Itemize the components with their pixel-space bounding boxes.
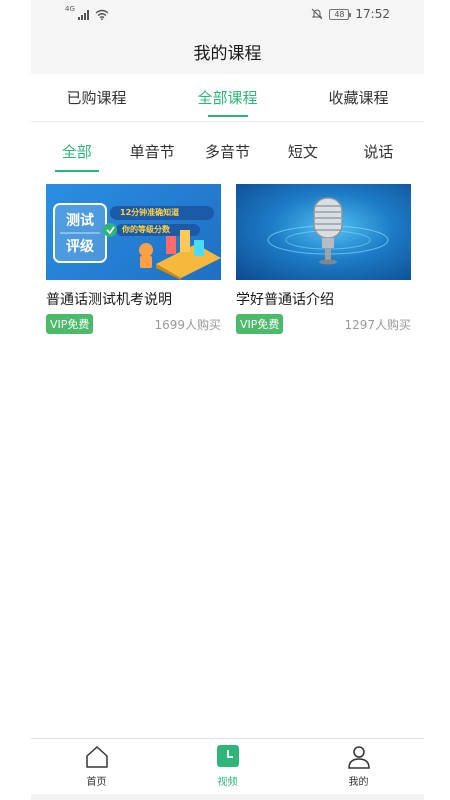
category-tabs: 全部 单音节 多音节 短文 说话 bbox=[31, 128, 424, 174]
tab-label: 收藏课程 bbox=[328, 89, 389, 107]
subtab-multi-syllable[interactable]: 多音节 bbox=[190, 128, 265, 174]
thumbnail-line-1: 测试 bbox=[66, 213, 94, 229]
buyer-count: 1699人购买 bbox=[154, 317, 221, 332]
video-icon bbox=[216, 745, 239, 767]
nav-home[interactable]: 首页 bbox=[31, 739, 162, 794]
subtab-label: 单音节 bbox=[129, 142, 175, 161]
thumbnail-caption-2: 你的等级分数 bbox=[122, 225, 170, 234]
vip-free-badge: VIP免费 bbox=[236, 314, 284, 334]
network-type: 4G bbox=[65, 5, 75, 13]
tab-purchased-courses[interactable]: 已购课程 bbox=[31, 74, 162, 121]
course-grid: 测试 评级 12分钟准确知道 你的等级分数 普通话测试机考说明 VIP免费 16… bbox=[46, 184, 411, 334]
buyer-count: 1297人购买 bbox=[344, 317, 411, 332]
subtab-label: 短文 bbox=[287, 142, 318, 161]
course-meta: VIP免费 1699人购买 bbox=[46, 314, 221, 334]
home-icon bbox=[85, 746, 108, 768]
nav-profile[interactable]: 我的 bbox=[293, 739, 424, 794]
signal-icon bbox=[77, 9, 89, 20]
thumbnail-caption-1: 12分钟准确知道 bbox=[120, 208, 180, 217]
nav-label: 首页 bbox=[86, 777, 107, 788]
course-title: 普通话测试机考说明 bbox=[46, 292, 172, 308]
course-tabs: 已购课程 全部课程 收藏课程 bbox=[31, 74, 424, 122]
status-right: 48 17:52 bbox=[311, 7, 390, 21]
subtab-speaking[interactable]: 说话 bbox=[341, 128, 416, 174]
mute-bell-icon bbox=[312, 8, 323, 20]
tab-label: 已购课程 bbox=[66, 89, 127, 107]
subtab-label: 全部 bbox=[61, 142, 92, 161]
course-card[interactable]: 测试 评级 12分钟准确知道 你的等级分数 普通话测试机考说明 VIP免费 16… bbox=[46, 184, 221, 334]
subtab-label: 说话 bbox=[363, 142, 394, 161]
subtab-short-text[interactable]: 短文 bbox=[265, 128, 340, 174]
subtab-all[interactable]: 全部 bbox=[39, 128, 114, 174]
app-screen: 4G 48 17:52 我的课程 已购课程 全部课程 收藏课程 全部 单音节 多… bbox=[31, 0, 424, 800]
vip-free-badge: VIP免费 bbox=[46, 314, 94, 334]
thumbnail-line-2: 评级 bbox=[66, 239, 94, 255]
tab-favorite-courses[interactable]: 收藏课程 bbox=[293, 74, 424, 121]
thumbnail-badge-text: 测试 评级 bbox=[54, 208, 106, 260]
system-gesture-bar bbox=[31, 794, 424, 800]
tab-label: 全部课程 bbox=[197, 89, 258, 107]
subtab-single-syllable[interactable]: 单音节 bbox=[114, 128, 189, 174]
clock: 17:52 bbox=[355, 7, 390, 21]
course-meta: VIP免费 1297人购买 bbox=[236, 314, 411, 334]
title-bar: 我的课程 bbox=[31, 28, 424, 74]
course-card[interactable]: 学好普通话介绍 VIP免费 1297人购买 bbox=[236, 184, 411, 334]
status-left: 4G bbox=[65, 5, 109, 20]
microphone-icon bbox=[267, 197, 389, 265]
nav-video[interactable]: 视频 bbox=[162, 739, 293, 794]
bottom-navigation: 首页 视频 我的 bbox=[31, 738, 424, 794]
course-thumbnail: 测试 评级 12分钟准确知道 你的等级分数 bbox=[46, 184, 221, 280]
subtab-label: 多音节 bbox=[205, 142, 251, 161]
nav-label: 我的 bbox=[348, 777, 369, 788]
page-title: 我的课程 bbox=[193, 43, 262, 64]
profile-icon bbox=[347, 746, 370, 769]
course-title: 学好普通话介绍 bbox=[236, 292, 334, 308]
battery-indicator: 48 bbox=[329, 8, 352, 20]
tab-all-courses[interactable]: 全部课程 bbox=[162, 74, 293, 121]
wifi-icon bbox=[95, 9, 109, 20]
status-bar: 4G 48 17:52 bbox=[31, 0, 424, 28]
course-thumbnail bbox=[236, 184, 411, 280]
nav-label: 视频 bbox=[217, 777, 238, 788]
